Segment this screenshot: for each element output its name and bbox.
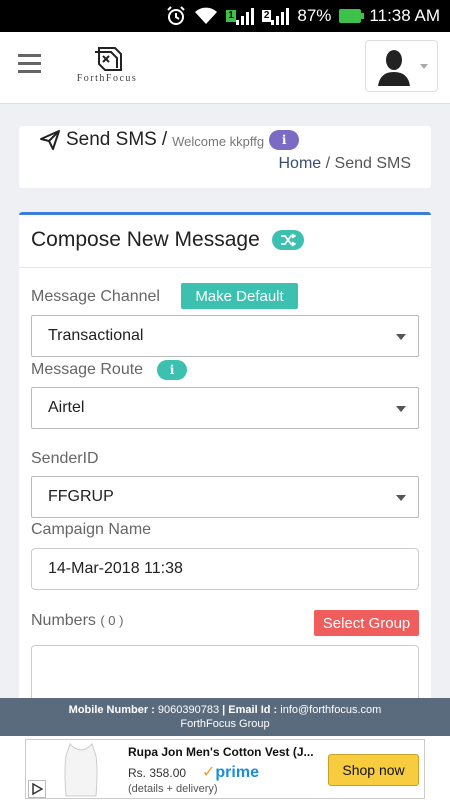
message-route-select[interactable]: Airtel: [31, 387, 419, 429]
footer-mobile-value: 9060390783: [157, 704, 220, 716]
signal-icon-2: 2: [261, 7, 290, 25]
breadcrumb-separator: /: [321, 155, 335, 172]
footer-mobile-label: Mobile Number :: [68, 704, 155, 716]
ad-banner: Rupa Jon Men's Cotton Vest (J... Rs. 358…: [0, 736, 450, 800]
sender-id-value: FFGRUP: [48, 488, 114, 505]
message-route-value: Airtel: [48, 399, 85, 416]
chevron-down-icon: [396, 495, 406, 501]
message-channel-value: Transactional: [48, 327, 144, 344]
hamburger-icon[interactable]: [18, 54, 41, 74]
welcome-text: Welcome kkpffg: [172, 134, 265, 149]
footer: Mobile Number : 9060390783 | Email Id : …: [0, 698, 450, 736]
app-header: ForthFocus: [0, 32, 450, 104]
numbers-label-row: Numbers ( 0 ): [31, 612, 123, 630]
clock: 11:38 AM: [369, 6, 440, 25]
battery-percent: 87%: [297, 6, 332, 25]
footer-email-label: Email Id :: [228, 704, 278, 716]
sim1-label: 1: [226, 10, 236, 22]
chevron-down-icon: [396, 406, 406, 412]
ad-subtext: (details + delivery): [128, 783, 218, 795]
footer-contact-line: Mobile Number : 9060390783 | Email Id : …: [0, 703, 450, 717]
shop-now-button[interactable]: Shop now: [328, 754, 419, 786]
ad-price: Rs. 358.00: [128, 766, 187, 780]
sim2-label: 2: [261, 10, 272, 22]
avatar-icon: [375, 46, 412, 86]
alarm-icon: [166, 6, 186, 26]
message-channel-label: Message Channel: [31, 288, 160, 305]
ad-card[interactable]: Rupa Jon Men's Cotton Vest (J... Rs. 358…: [25, 739, 425, 799]
message-route-label-row: Message Route i: [31, 360, 188, 380]
ad-title: Rupa Jon Men's Cotton Vest (J...: [128, 745, 314, 759]
logo-icon: [95, 47, 122, 71]
make-default-button[interactable]: Make Default: [181, 283, 298, 309]
footer-company: ForthFocus Group: [180, 718, 270, 730]
chevron-down-icon: [396, 334, 406, 340]
send-icon: [40, 130, 60, 150]
campaign-name-value: 14-Mar-2018 11:38: [48, 560, 183, 577]
status-bar: 1 2 87% 11:38 AM: [0, 0, 450, 32]
breadcrumb-current: Send SMS: [334, 155, 411, 172]
page-title-row: Send SMS / Welcome kkpffg i: [39, 129, 300, 151]
card-divider: [19, 267, 431, 268]
wifi-icon: [194, 7, 218, 25]
chevron-down-icon: [419, 63, 428, 69]
numbers-count: ( 0 ): [100, 613, 124, 628]
vest-product-image: [64, 743, 98, 797]
campaign-name-label: Campaign Name: [31, 521, 152, 538]
prime-logo: ✓prime: [202, 764, 259, 781]
breadcrumb-home-link[interactable]: Home: [278, 155, 321, 172]
info-icon[interactable]: i: [157, 360, 188, 380]
ad-choices-icon[interactable]: [28, 780, 46, 798]
shuffle-icon[interactable]: [271, 230, 304, 250]
compose-title: Compose New Message: [31, 228, 260, 251]
page-title: Send SMS: [66, 129, 157, 150]
sender-id-label: SenderID: [31, 450, 99, 467]
campaign-name-input[interactable]: 14-Mar-2018 11:38: [31, 548, 419, 590]
info-icon[interactable]: i: [269, 130, 300, 150]
logo-text: ForthFocus: [76, 73, 138, 84]
logo[interactable]: ForthFocus: [62, 46, 152, 92]
footer-email-value: info@forthfocus.com: [280, 704, 382, 716]
compose-card: Compose New Message Message Channel Make…: [19, 212, 431, 735]
breadcrumb: Home / Send SMS: [278, 155, 411, 173]
user-menu-button[interactable]: [365, 40, 438, 92]
battery-icon: [339, 9, 365, 23]
numbers-label: Numbers: [31, 612, 96, 629]
page-header-card: Send SMS / Welcome kkpffg i Home / Send …: [19, 126, 431, 188]
message-route-label: Message Route: [31, 361, 144, 378]
footer-separator: |: [222, 704, 226, 716]
signal-icon: 1: [226, 7, 254, 25]
compose-title-row: Compose New Message: [31, 228, 304, 252]
select-group-button[interactable]: Select Group: [314, 610, 419, 636]
message-channel-select[interactable]: Transactional: [31, 315, 419, 357]
sender-id-select[interactable]: FFGRUP: [31, 476, 419, 518]
title-separator: /: [161, 129, 168, 150]
